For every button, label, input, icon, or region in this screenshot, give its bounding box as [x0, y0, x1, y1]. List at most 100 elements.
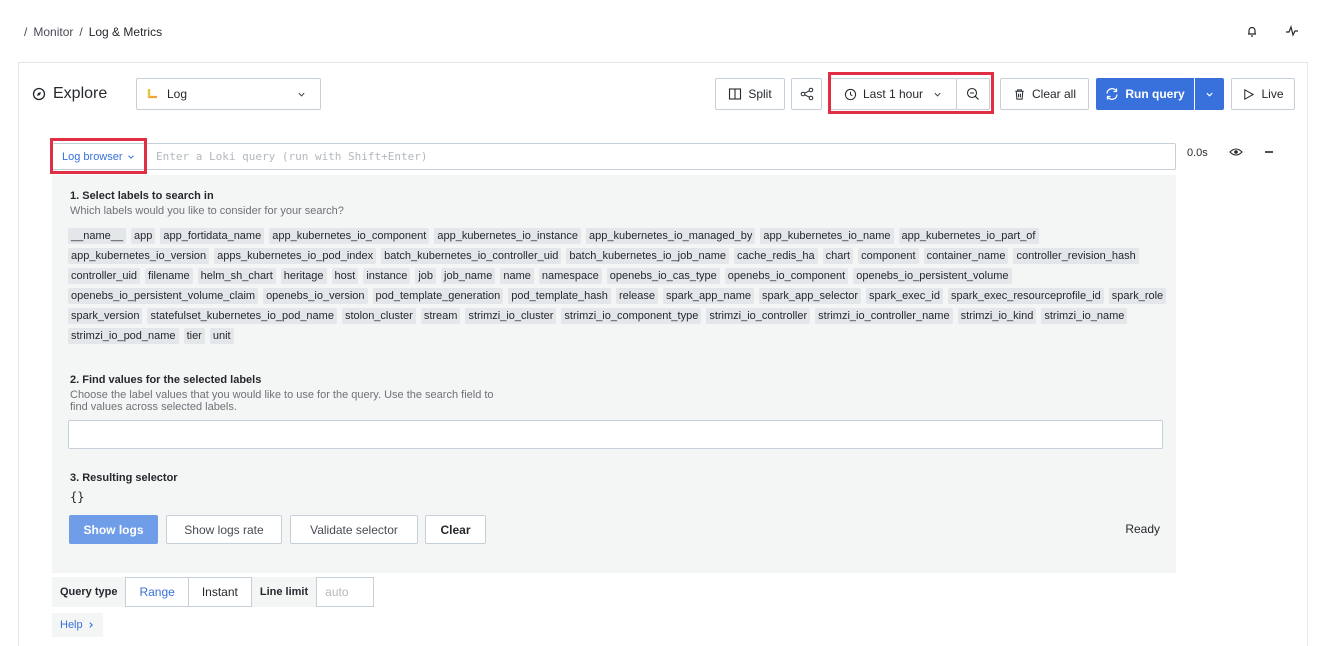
label-chip[interactable]: job	[415, 268, 437, 284]
label-chip[interactable]: strimzi_io_component_type	[561, 308, 702, 324]
label-chip[interactable]: heritage	[280, 268, 327, 284]
label-chip[interactable]: openebs_io_persistent_volume_claim	[68, 288, 259, 304]
datasource-picker[interactable]: Log	[136, 78, 321, 110]
label-chip[interactable]: name	[500, 268, 534, 284]
activity-icon[interactable]	[1285, 24, 1299, 38]
validate-selector-button[interactable]: Validate selector	[290, 515, 418, 544]
resulting-selector: {}	[70, 490, 85, 504]
clear-button[interactable]: Clear	[425, 515, 486, 544]
bell-icon[interactable]	[1245, 24, 1259, 38]
step3-title: 3. Resulting selector	[70, 472, 178, 484]
label-chip[interactable]: controller_uid	[68, 268, 141, 284]
label-chip[interactable]: namespace	[538, 268, 602, 284]
query-field: Log browser Enter a Loki query (run with…	[52, 143, 1176, 170]
label-chip[interactable]: spark_app_name	[663, 288, 755, 304]
label-chip[interactable]: strimzi_io_controller	[706, 308, 811, 324]
label-chip[interactable]: app_kubernetes_io_instance	[434, 228, 582, 244]
top-bar: / Monitor / Log & Metrics	[0, 0, 1321, 62]
show-logs-rate-button[interactable]: Show logs rate	[166, 515, 282, 544]
step1-title: 1. Select labels to search in	[70, 190, 214, 202]
query-duration: 0.0s	[1187, 147, 1208, 159]
step2-title: 2. Find values for the selected labels	[70, 374, 262, 386]
label-chip[interactable]: controller_revision_hash	[1013, 248, 1139, 264]
label-chip[interactable]: spark_role	[1108, 288, 1167, 304]
label-chip[interactable]: app_fortidata_name	[160, 228, 265, 244]
label-chip[interactable]: filename	[145, 268, 193, 284]
label-chip[interactable]: chart	[822, 248, 854, 264]
breadcrumb-monitor[interactable]: Monitor	[33, 25, 73, 39]
live-button[interactable]: Live	[1231, 78, 1295, 110]
label-chip[interactable]: strimzi_io_kind	[957, 308, 1037, 324]
label-chip[interactable]: __name__	[68, 228, 126, 244]
show-logs-button[interactable]: Show logs	[69, 515, 158, 544]
query-type-label: Query type	[52, 577, 126, 607]
label-chip[interactable]: app_kubernetes_io_part_of	[898, 228, 1039, 244]
label-chip[interactable]: stream	[420, 308, 461, 324]
step2-subtitle-2: find values across selected labels.	[70, 401, 237, 413]
label-chip[interactable]: statefulset_kubernetes_io_pod_name	[147, 308, 337, 324]
label-chip[interactable]: app_kubernetes_io_component	[269, 228, 430, 244]
line-limit-input[interactable]: auto	[316, 577, 375, 607]
split-button[interactable]: Split	[715, 78, 785, 110]
label-chip[interactable]: openebs_io_component	[724, 268, 849, 284]
step1-subtitle: Which labels would you like to consider …	[70, 205, 344, 217]
sync-icon	[1105, 87, 1119, 101]
label-chip[interactable]: host	[331, 268, 359, 284]
play-icon	[1242, 88, 1255, 101]
label-chip[interactable]: pod_template_generation	[372, 288, 504, 304]
query-input[interactable]: Enter a Loki query (run with Shift+Enter…	[156, 150, 428, 163]
share-button[interactable]	[791, 78, 822, 110]
label-chip[interactable]: tier	[183, 328, 205, 344]
step2-subtitle-1: Choose the label values that you would l…	[70, 389, 494, 401]
explore-title: Explore	[32, 85, 107, 103]
label-chip[interactable]: unit	[209, 328, 234, 344]
label-chip[interactable]: instance	[363, 268, 411, 284]
log-browser-highlight	[50, 138, 147, 174]
label-chip[interactable]: batch_kubernetes_io_controller_uid	[381, 248, 562, 264]
help-toggle[interactable]: Help	[52, 613, 103, 637]
label-chip[interactable]: openebs_io_version	[263, 288, 368, 304]
label-chip[interactable]: openebs_io_persistent_volume	[853, 268, 1012, 284]
eye-icon[interactable]	[1229, 145, 1243, 159]
label-chip[interactable]: app_kubernetes_io_version	[68, 248, 210, 264]
label-chip[interactable]: strimzi_io_pod_name	[68, 328, 179, 344]
label-chip[interactable]: app_kubernetes_io_name	[760, 228, 894, 244]
clear-all-button[interactable]: Clear all	[1000, 78, 1089, 110]
datasource-name: Log	[167, 87, 188, 101]
run-query-button[interactable]: Run query	[1096, 78, 1194, 110]
label-chip[interactable]: spark_version	[68, 308, 143, 324]
explore-toolbar: Explore Log Split Last 1 hour Clear all …	[32, 72, 1302, 114]
label-chip[interactable]: spark_exec_resourceprofile_id	[947, 288, 1104, 304]
label-chip[interactable]: strimzi_io_cluster	[465, 308, 557, 324]
label-chip[interactable]: app	[131, 228, 156, 244]
label-chip[interactable]: spark_exec_id	[866, 288, 943, 304]
label-chip[interactable]: spark_app_selector	[759, 288, 862, 304]
label-chip[interactable]: helm_sh_chart	[197, 268, 276, 284]
minus-icon[interactable]	[1262, 145, 1276, 159]
chevron-right-icon	[87, 621, 95, 629]
label-values-search-input[interactable]	[68, 420, 1163, 449]
line-limit-label: Line limit	[251, 577, 317, 607]
label-chip[interactable]: batch_kubernetes_io_job_name	[566, 248, 729, 264]
breadcrumb-log-metrics: Log & Metrics	[88, 25, 163, 39]
label-chip[interactable]: apps_kubernetes_io_pod_index	[214, 248, 377, 264]
label-chip[interactable]: release	[615, 288, 659, 304]
query-options: Query type Range Instant Line limit auto	[52, 577, 375, 607]
label-chip[interactable]: cache_redis_ha	[733, 248, 818, 264]
label-chip[interactable]: strimzi_io_controller_name	[815, 308, 953, 324]
chevron-down-icon	[297, 90, 306, 99]
share-icon	[800, 87, 814, 101]
label-chip[interactable]: pod_template_hash	[508, 288, 611, 304]
run-query-options-button[interactable]	[1195, 78, 1224, 110]
query-type-instant[interactable]: Instant	[188, 577, 252, 607]
label-chip[interactable]: job_name	[441, 268, 496, 284]
query-type-range[interactable]: Range	[125, 577, 189, 607]
label-chip[interactable]: app_kubernetes_io_managed_by	[586, 228, 756, 244]
label-chip[interactable]: component	[858, 248, 919, 264]
label-chip[interactable]: container_name	[923, 248, 1009, 264]
label-chip[interactable]: openebs_io_cas_type	[606, 268, 720, 284]
label-chip[interactable]: stolon_cluster	[341, 308, 416, 324]
chevron-down-icon	[1205, 90, 1214, 99]
label-chip[interactable]: strimzi_io_name	[1041, 308, 1128, 324]
time-range-highlight	[828, 72, 994, 114]
